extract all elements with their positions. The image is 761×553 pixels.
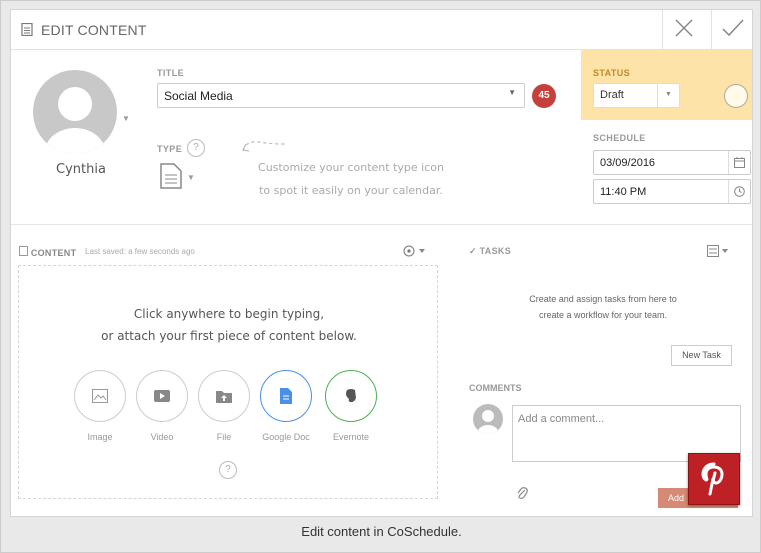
tasks-options-menu[interactable] — [707, 244, 731, 262]
tasks-label-text: TASKS — [479, 246, 511, 256]
evernote-icon — [346, 389, 356, 403]
calendar-icon[interactable] — [728, 151, 750, 174]
user-silhouette-icon — [477, 410, 499, 434]
pinterest-save-button[interactable] — [688, 453, 740, 505]
chevron-down-icon[interactable]: ▼ — [508, 88, 516, 97]
close-icon — [674, 18, 694, 43]
content-help-icon[interactable]: ? — [219, 461, 237, 479]
editor-prompt: Click anywhere to begin typing, or attac… — [19, 303, 439, 347]
task-list-icon — [707, 245, 728, 257]
title-label: TITLE — [157, 68, 184, 78]
chevron-down-icon: ▼ — [657, 84, 679, 107]
author-avatar[interactable] — [33, 70, 117, 154]
attach-evernote-button[interactable] — [325, 370, 377, 422]
google-doc-icon — [280, 388, 292, 404]
comments-label: COMMENTS — [469, 383, 522, 393]
attach-image-label: Image — [87, 432, 113, 442]
schedule-label: SCHEDULE — [593, 133, 646, 143]
file-upload-icon — [216, 391, 232, 403]
content-options-menu[interactable] — [403, 244, 429, 262]
close-button[interactable] — [662, 10, 704, 50]
tasks-empty-line-1: Create and assign tasks from here to — [529, 294, 677, 304]
tasks-empty-line-2: create a workflow for your team. — [538, 310, 668, 320]
paperclip-icon — [517, 487, 528, 499]
clock-icon[interactable] — [728, 180, 750, 203]
tasks-section-label: ✓ TASKS — [469, 246, 511, 257]
type-hint-line-1: Customize your content type icon — [258, 161, 444, 174]
schedule-date-input[interactable]: 03/09/2016 — [593, 150, 751, 175]
attach-google-doc-button[interactable] — [260, 370, 312, 422]
schedule-time-input[interactable]: 11:40 PM — [593, 179, 751, 204]
attach-video-button[interactable] — [136, 370, 188, 422]
comment-placeholder: Add a comment... — [518, 413, 605, 425]
author-dropdown-icon[interactable]: ▼ — [122, 114, 130, 123]
image-icon — [92, 389, 108, 403]
last-saved-text: Last saved: a few seconds ago — [85, 247, 195, 256]
schedule-time-value: 11:40 PM — [600, 186, 647, 198]
section-divider — [11, 224, 752, 225]
attach-file-label: File — [216, 432, 232, 442]
status-panel: STATUS Draft ▼ — [581, 50, 752, 120]
status-label: STATUS — [593, 68, 631, 78]
content-editor[interactable]: Click anywhere to begin typing, or attac… — [18, 265, 438, 499]
status-value: Draft — [600, 89, 624, 101]
status-select[interactable]: Draft ▼ — [593, 83, 680, 108]
attach-comment-file-button[interactable] — [516, 486, 528, 505]
user-silhouette-icon — [45, 87, 105, 154]
title-value: Social Media — [164, 89, 233, 103]
attach-google-doc-label: Google Doc — [262, 432, 310, 442]
document-icon — [21, 22, 33, 41]
attach-video-label: Video — [150, 432, 174, 442]
content-type-document-icon — [160, 163, 182, 189]
attach-image-button[interactable] — [74, 370, 126, 422]
editor-prompt-line-1: Click anywhere to begin typing, — [133, 307, 325, 321]
status-toggle[interactable] — [724, 84, 748, 108]
checkmark-icon: ✓ — [469, 246, 477, 256]
attach-file-button[interactable] — [198, 370, 250, 422]
type-dropdown-icon[interactable]: ▼ — [187, 173, 195, 182]
title-character-count-badge: 45 — [532, 84, 556, 108]
checkmark-icon — [721, 18, 745, 43]
content-section-label: CONTENT — [19, 246, 76, 258]
author-name: Cynthia — [56, 162, 106, 177]
modal-title: EDIT CONTENT — [41, 22, 147, 38]
tasks-empty-text: Create and assign tasks from here to cre… — [498, 291, 708, 323]
content-label-text: CONTENT — [30, 248, 77, 258]
document-icon — [19, 246, 28, 256]
type-hint-line-2: to spot it easily on your calendar. — [259, 184, 443, 197]
screenshot-caption: Edit content in CoSchedule. — [301, 524, 462, 539]
content-type-selector[interactable] — [159, 163, 183, 194]
video-icon — [154, 390, 170, 402]
commenter-avatar — [473, 404, 503, 434]
schedule-date-value: 03/09/2016 — [600, 157, 656, 169]
modal-header: EDIT CONTENT — [11, 10, 752, 50]
settings-icon — [403, 245, 425, 257]
attach-evernote-label: Evernote — [332, 432, 370, 442]
type-label: TYPE — [157, 144, 183, 154]
type-hint-text: Customize your content type icon to spot… — [246, 156, 456, 202]
type-help-icon[interactable]: ? — [187, 139, 205, 157]
screenshot-frame: EDIT CONTENT ▼ Cynthia TITLE Social Medi… — [0, 0, 761, 553]
edit-content-modal: EDIT CONTENT ▼ Cynthia TITLE Social Medi… — [10, 9, 753, 517]
save-button[interactable] — [711, 10, 752, 50]
editor-prompt-line-2: or attach your first piece of content be… — [101, 329, 357, 343]
new-task-button[interactable]: New Task — [671, 345, 732, 366]
pinterest-icon — [701, 462, 724, 496]
title-input[interactable]: Social Media ▼ — [157, 83, 525, 108]
